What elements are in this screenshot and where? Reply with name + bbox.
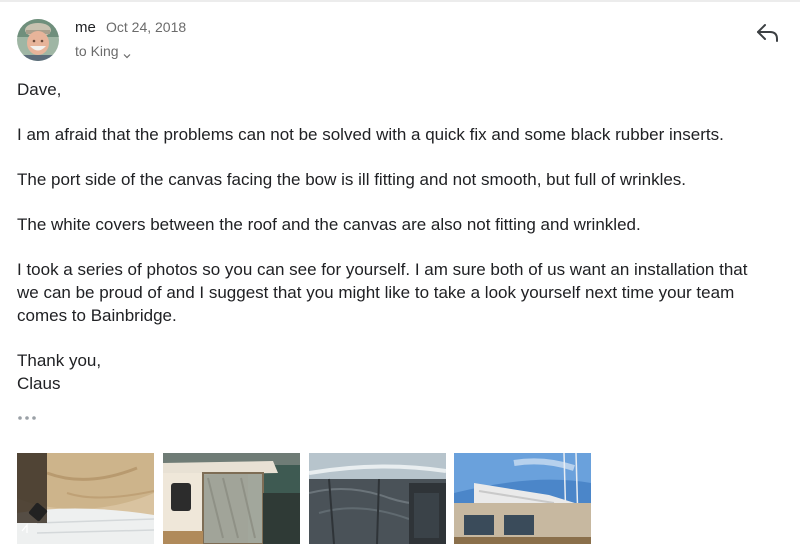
body-paragraph-1: I am afraid that the problems can not be…: [17, 125, 724, 144]
sign-off: Thank you, Claus: [17, 349, 800, 395]
message-header: me Oct 24, 2018 to King: [0, 0, 800, 70]
ellipsis-icon: [17, 411, 39, 428]
show-trimmed-content-button[interactable]: [17, 411, 39, 423]
message-date: Oct 24, 2018: [106, 19, 187, 35]
reply-icon: [755, 24, 781, 48]
attachment-photo-4[interactable]: [454, 453, 591, 544]
recipient-label: to King: [75, 43, 119, 59]
chevron-down-icon: [123, 47, 131, 59]
closing: Thank you,: [17, 351, 102, 370]
body-paragraph-4-line: comes to Bainbridge.: [17, 306, 177, 325]
recipient-details-toggle[interactable]: to King: [75, 43, 131, 59]
attachment-photo-1[interactable]: [17, 453, 154, 544]
sender-name[interactable]: me: [75, 19, 96, 36]
attachment-photo-3[interactable]: [309, 453, 446, 544]
body-paragraph-4-line: I took a series of photos so you can see…: [17, 260, 748, 279]
reply-button[interactable]: [755, 22, 781, 44]
message-body: Dave, I am afraid that the problems can …: [17, 78, 800, 417]
body-paragraph-4: I took a series of photos so you can see…: [17, 258, 800, 327]
body-paragraph-3: The white covers between the roof and th…: [17, 215, 641, 234]
signature: Claus: [17, 374, 61, 393]
attachment-photo-2[interactable]: [163, 453, 300, 544]
body-paragraph-2: The port side of the canvas facing the b…: [17, 170, 687, 189]
avatar[interactable]: [17, 19, 59, 61]
body-paragraph-4-line: we can be proud of and I suggest that yo…: [17, 283, 735, 302]
greeting: Dave,: [17, 80, 62, 99]
